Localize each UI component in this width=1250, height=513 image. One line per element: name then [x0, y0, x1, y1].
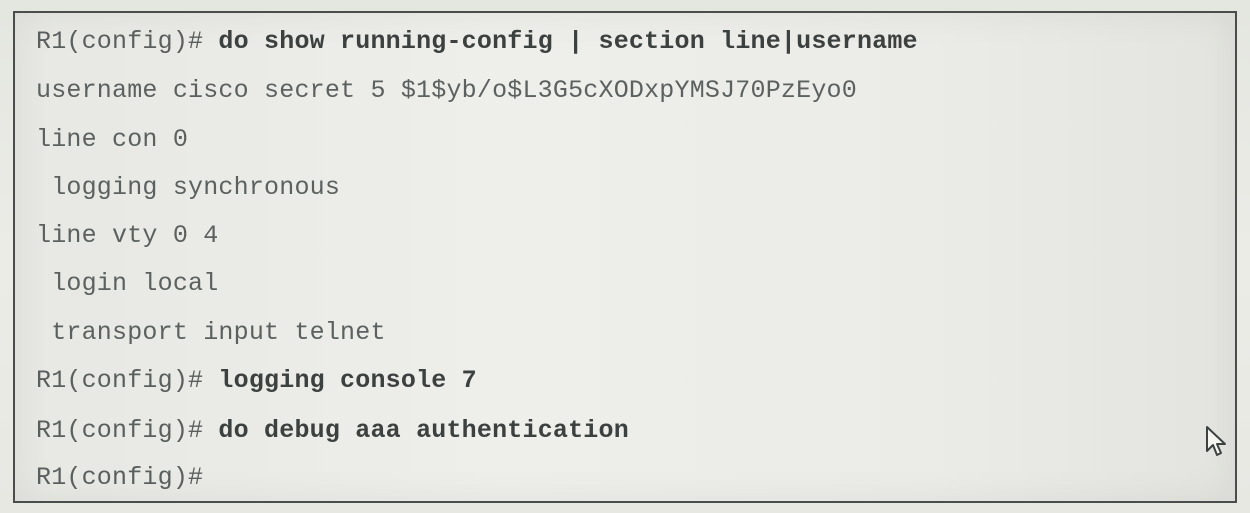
- cli-prompt: R1(config)#: [36, 27, 204, 56]
- cli-command: do debug aaa authentication: [203, 416, 629, 445]
- mouse-pointer-icon: [1206, 426, 1226, 456]
- terminal-output-line: logging synchronous: [36, 173, 341, 202]
- terminal-output-line: line con 0: [36, 125, 189, 154]
- cli-command: do show running-config | section line|us…: [203, 27, 918, 56]
- cli-command: logging console 7: [203, 366, 477, 395]
- cli-prompt: R1(config)#: [36, 416, 204, 445]
- terminal-line: R1(config)# logging console 7: [36, 366, 477, 396]
- terminal-input-line[interactable]: R1(config)#: [36, 463, 203, 493]
- cli-prompt: R1(config)#: [36, 463, 204, 492]
- terminal-window[interactable]: R1(config)# do show running-config | sec…: [13, 11, 1237, 503]
- terminal-line: R1(config)# do show running-config | sec…: [36, 27, 918, 57]
- terminal-output-line: line vty 0 4: [36, 221, 219, 250]
- terminal-output-line: username cisco secret 5 $1$yb/o$L3G5cXOD…: [36, 76, 857, 105]
- terminal-output-line: transport input telnet: [36, 318, 386, 347]
- terminal-output-line: login local: [36, 269, 219, 298]
- screenshot-photo: R1(config)# do show running-config | sec…: [0, 0, 1250, 513]
- cli-prompt: R1(config)#: [36, 366, 204, 395]
- terminal-line: R1(config)# do debug aaa authentication: [36, 416, 629, 446]
